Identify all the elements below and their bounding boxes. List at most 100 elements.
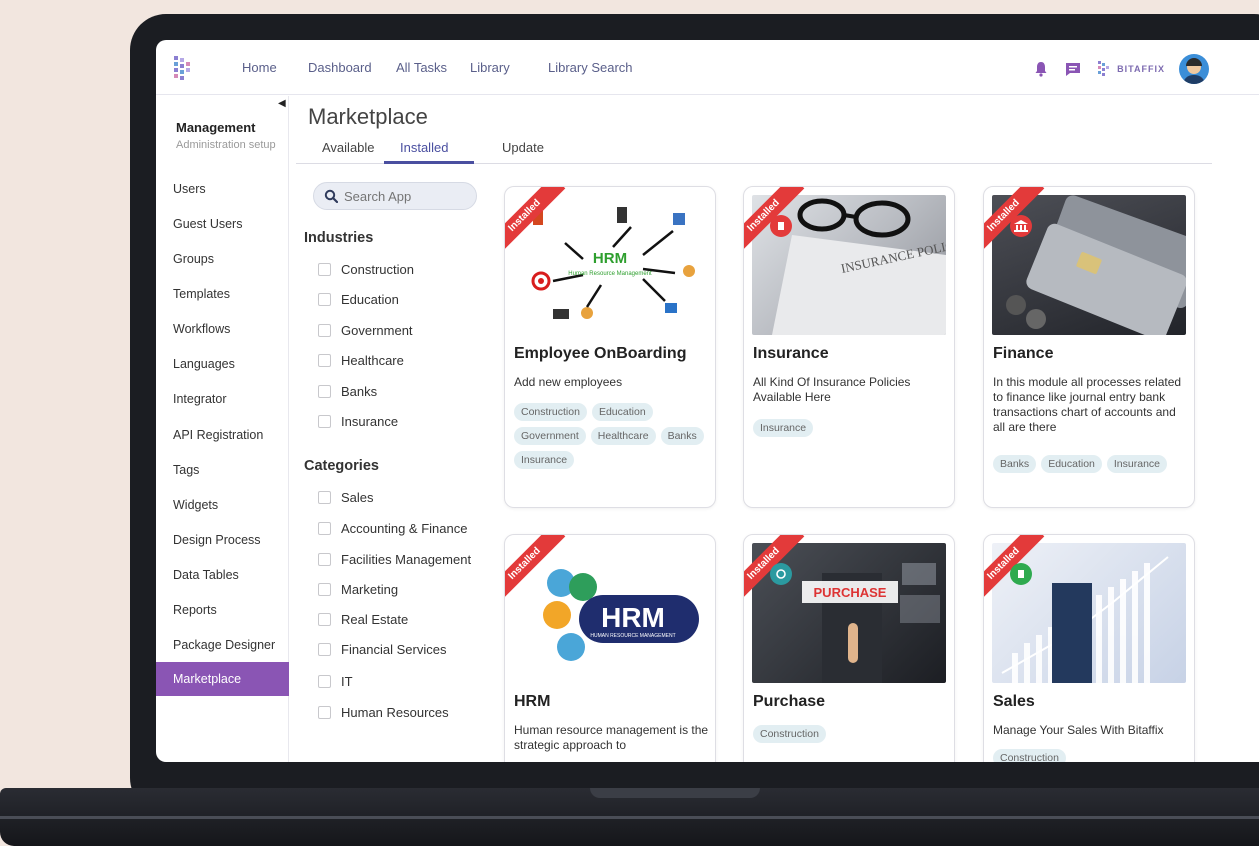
- sidebar-item-marketplace[interactable]: Marketplace: [156, 662, 289, 696]
- filter-category-accounting-finance[interactable]: Accounting & Finance: [318, 521, 467, 536]
- card-description: Manage Your Sales With Bitaffix: [993, 723, 1164, 737]
- tab-update[interactable]: Update: [502, 140, 544, 155]
- laptop-edge: [0, 816, 1259, 819]
- checkbox[interactable]: [318, 583, 331, 596]
- filter-industry-banks[interactable]: Banks: [318, 384, 377, 399]
- sidebar-item-api-registration[interactable]: API Registration: [156, 420, 289, 450]
- sidebar-item-integrator[interactable]: Integrator: [156, 384, 289, 414]
- checkbox[interactable]: [318, 385, 331, 398]
- filter-category-marketing[interactable]: Marketing: [318, 582, 398, 597]
- brand-mark-icon: [1098, 61, 1110, 76]
- filter-label: Accounting & Finance: [341, 521, 468, 536]
- checkbox[interactable]: [318, 613, 331, 626]
- filter-label: Marketing: [341, 582, 399, 597]
- checkbox[interactable]: [318, 553, 331, 566]
- sidebar-item-users[interactable]: Users: [156, 174, 289, 204]
- svg-text:HRM: HRM: [601, 602, 665, 633]
- tag: Banks: [993, 455, 1037, 473]
- checkbox[interactable]: [318, 706, 331, 719]
- user-avatar[interactable]: [1179, 54, 1209, 84]
- filter-category-financial-services[interactable]: Financial Services: [318, 642, 447, 657]
- bank-icon: [1010, 215, 1032, 237]
- filter-industry-education[interactable]: Education: [318, 292, 399, 307]
- checkbox[interactable]: [318, 263, 331, 276]
- app-card-finance[interactable]: Installed Finance In this module all pro…: [983, 186, 1195, 508]
- sidebar-item-design-process[interactable]: Design Process: [156, 525, 289, 555]
- nav-library[interactable]: Library: [470, 60, 510, 75]
- sidebar-item-data-tables[interactable]: Data Tables: [156, 560, 289, 590]
- sidebar-item-package-designer[interactable]: Package Designer: [156, 630, 289, 660]
- sidebar-item-templates[interactable]: Templates: [156, 279, 289, 309]
- filter-category-it[interactable]: IT: [318, 674, 353, 689]
- app-logo-icon[interactable]: [170, 54, 198, 82]
- card-title: HRM: [514, 693, 551, 710]
- checkbox[interactable]: [318, 324, 331, 337]
- card-tags: Insurance: [753, 419, 947, 437]
- hrm-image: HRM HUMAN RESOURCE MANAGEMENT: [513, 543, 707, 683]
- filter-label: Financial Services: [341, 642, 447, 657]
- card-title: Finance: [993, 345, 1054, 362]
- svg-text:HUMAN RESOURCE MANAGEMENT: HUMAN RESOURCE MANAGEMENT: [590, 633, 675, 639]
- app-card-hrm[interactable]: HRM HUMAN RESOURCE MANAGEMENT Installed …: [504, 534, 716, 762]
- app-card-employee-onboarding[interactable]: Installed HRM Human Resource Management …: [504, 186, 716, 508]
- filter-category-sales[interactable]: Sales: [318, 490, 374, 505]
- filter-label: Construction: [341, 262, 414, 277]
- categories-heading: Categories: [304, 458, 379, 474]
- sidebar-item-groups[interactable]: Groups: [156, 244, 289, 274]
- sidebar-item-guest-users[interactable]: Guest Users: [156, 209, 289, 239]
- card-title: Employee OnBoarding: [514, 345, 687, 362]
- card-tags: Construction Education Government Health…: [514, 403, 708, 469]
- tag: Construction: [753, 725, 826, 743]
- card-tags: Construction: [753, 725, 947, 743]
- brand-logo: BITAFFIX: [1096, 60, 1165, 78]
- sidebar-section-title: Management: [176, 120, 256, 135]
- checkbox[interactable]: [318, 522, 331, 535]
- nav-library-search[interactable]: Library Search: [548, 60, 633, 75]
- filter-category-real-estate[interactable]: Real Estate: [318, 612, 408, 627]
- filter-industry-government[interactable]: Government: [318, 323, 413, 338]
- sidebar-item-tags[interactable]: Tags: [156, 455, 289, 485]
- search-app-field[interactable]: [313, 182, 477, 210]
- sidebar-item-reports[interactable]: Reports: [156, 595, 289, 625]
- sidebar-item-languages[interactable]: Languages: [156, 349, 289, 379]
- app-card-sales[interactable]: Installed Sales Manage Your Sales With B…: [983, 534, 1195, 762]
- industries-heading: Industries: [304, 230, 374, 246]
- bell-icon[interactable]: [1032, 60, 1050, 78]
- checkbox[interactable]: [318, 675, 331, 688]
- nav-home[interactable]: Home: [242, 60, 277, 75]
- tag: Construction: [993, 749, 1066, 762]
- collapse-sidebar-icon[interactable]: ◀: [278, 98, 286, 109]
- sidebar-item-widgets[interactable]: Widgets: [156, 490, 289, 520]
- filter-category-facilities-management[interactable]: Facilities Management: [318, 552, 471, 567]
- active-tab-indicator: [384, 161, 474, 164]
- tab-installed[interactable]: Installed: [400, 140, 448, 155]
- svg-text:Human Resource Management: Human Resource Management: [568, 271, 652, 277]
- search-input[interactable]: [344, 188, 464, 204]
- filter-category-human-resources[interactable]: Human Resources: [318, 705, 449, 720]
- sidebar-item-workflows[interactable]: Workflows: [156, 314, 289, 344]
- tag: Insurance: [1106, 455, 1168, 473]
- app-card-insurance[interactable]: INSURANCE POLICY Installed Insurance All…: [743, 186, 955, 508]
- filter-industry-healthcare[interactable]: Healthcare: [318, 353, 404, 368]
- filter-industry-insurance[interactable]: Insurance: [318, 414, 398, 429]
- tag: Government: [514, 427, 586, 445]
- filter-industry-construction[interactable]: Construction: [318, 262, 414, 277]
- tag: Insurance: [514, 451, 575, 469]
- checkbox[interactable]: [318, 354, 331, 367]
- checkbox[interactable]: [318, 415, 331, 428]
- checkbox[interactable]: [318, 293, 331, 306]
- checkbox[interactable]: [318, 643, 331, 656]
- svg-text:HRM: HRM: [593, 250, 627, 267]
- tag: Banks: [660, 427, 704, 445]
- chat-icon[interactable]: [1064, 60, 1082, 78]
- laptop-notch: [590, 788, 760, 798]
- tab-available[interactable]: Available: [322, 140, 375, 155]
- nav-dashboard[interactable]: Dashboard: [308, 60, 372, 75]
- filter-label: Sales: [341, 490, 374, 505]
- tag: Insurance: [753, 419, 814, 437]
- filter-label: Real Estate: [341, 612, 409, 627]
- tag: Education: [1041, 455, 1102, 473]
- app-card-purchase[interactable]: PURCHASE Installed Purchase Construction: [743, 534, 955, 762]
- nav-all-tasks[interactable]: All Tasks: [396, 60, 447, 75]
- checkbox[interactable]: [318, 491, 331, 504]
